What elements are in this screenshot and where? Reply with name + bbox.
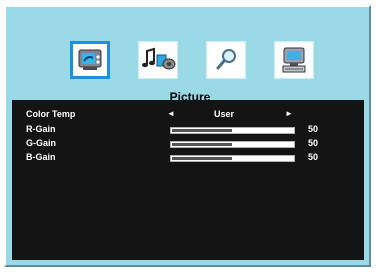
color-temp-value: User <box>213 109 234 119</box>
g-gain-slider[interactable] <box>170 141 295 148</box>
picture-tv-icon <box>78 49 102 70</box>
b-gain-label: B-Gain <box>26 152 56 162</box>
left-arrow-icon[interactable]: ◄ <box>167 109 175 118</box>
tab-search[interactable] <box>206 41 246 79</box>
g-gain-value: 50 <box>308 138 319 148</box>
b-gain-row[interactable]: B-Gain 50 <box>12 152 364 164</box>
r-gain-slider[interactable] <box>170 127 295 134</box>
r-gain-fill <box>172 129 232 132</box>
magnifier-icon <box>216 49 236 70</box>
b-gain-fill <box>172 157 232 160</box>
r-gain-label: R-Gain <box>26 124 56 134</box>
b-gain-value: 50 <box>308 152 319 162</box>
tab-picture[interactable] <box>70 41 110 79</box>
right-arrow-icon[interactable]: ► <box>285 109 293 118</box>
r-gain-value: 50 <box>308 124 319 134</box>
tab-audio[interactable] <box>138 41 178 79</box>
b-gain-slider[interactable] <box>170 155 295 162</box>
r-gain-row[interactable]: R-Gain 50 <box>12 124 364 136</box>
tab-setup[interactable] <box>274 41 314 79</box>
audio-music-icon <box>142 47 176 70</box>
settings-panel: Color Temp ◄ User ► R-Gain 50 G-Gain 50 … <box>12 100 364 260</box>
g-gain-row[interactable]: G-Gain 50 <box>12 138 364 150</box>
g-gain-label: G-Gain <box>26 138 57 148</box>
color-temp-row[interactable]: Color Temp ◄ User ► <box>12 109 364 121</box>
computer-setup-icon <box>282 47 306 73</box>
g-gain-fill <box>172 143 232 146</box>
color-temp-label: Color Temp <box>26 109 76 119</box>
